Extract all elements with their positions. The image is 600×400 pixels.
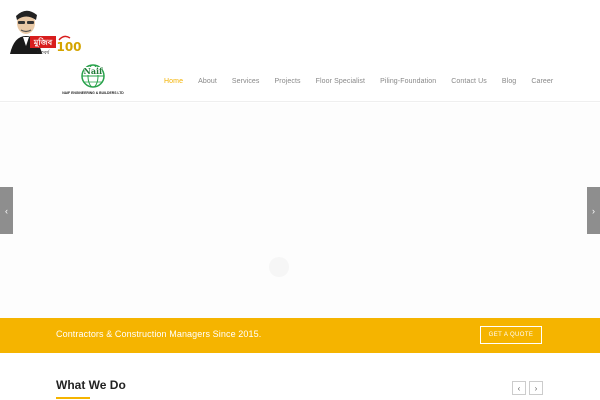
mujib-100-badge: মুজিব শতবর্ষ 100 [6,6,82,56]
nav-item-piling-foundation[interactable]: Piling-Foundation [380,78,436,85]
main-nav: Home About Services Projects Floor Speci… [164,78,568,85]
slider-prev-button[interactable]: ‹ [0,187,13,234]
page: মুজিব শতবর্ষ 100 Naif NAIF ENGINEERING &… [0,0,600,400]
globe-logo-icon: Naif NAIF ENGINEERING & BUILDERS LTD [62,64,124,95]
slider-loading-indicator [269,257,289,277]
nav-item-about[interactable]: About [198,78,217,85]
company-logo[interactable]: Naif NAIF ENGINEERING & BUILDERS LTD [56,62,130,96]
slider-next-button[interactable]: › [587,187,600,234]
badge-bengali-sub: শতবর্ষ [36,49,50,56]
hero-slider: ‹ › [0,103,600,318]
chevron-right-icon: › [592,205,595,216]
what-we-do-title: What We Do [56,378,126,392]
carousel-prev-button[interactable]: ‹ [512,381,526,395]
chevron-right-icon: › [534,383,538,393]
nav-item-floor-specialist[interactable]: Floor Specialist [316,78,365,85]
site-header: Naif NAIF ENGINEERING & BUILDERS LTD Hom… [0,58,600,102]
chevron-left-icon: ‹ [5,205,8,216]
nav-item-career[interactable]: Career [531,78,553,85]
tagline-text: Contractors & Construction Managers Sinc… [56,329,262,339]
carousel-next-button[interactable]: › [529,381,543,395]
call-to-action-strip: Contractors & Construction Managers Sinc… [0,318,600,353]
get-a-quote-button[interactable]: GET A QUOTE [480,326,542,344]
mujib-portrait-icon: মুজিব শতবর্ষ 100 [10,10,82,56]
badge-bengali-text: মুজিব [33,37,53,48]
title-underline [56,397,90,399]
nav-item-blog[interactable]: Blog [502,78,516,85]
chevron-left-icon: ‹ [517,383,521,393]
badge-number: 100 [56,40,81,54]
nav-item-projects[interactable]: Projects [275,78,301,85]
nav-item-home[interactable]: Home [164,78,183,85]
nav-item-contact-us[interactable]: Contact Us [451,78,487,85]
logo-company-name: NAIF ENGINEERING & BUILDERS LTD [62,91,124,95]
logo-mark-text: Naif [84,66,104,76]
nav-item-services[interactable]: Services [232,78,260,85]
